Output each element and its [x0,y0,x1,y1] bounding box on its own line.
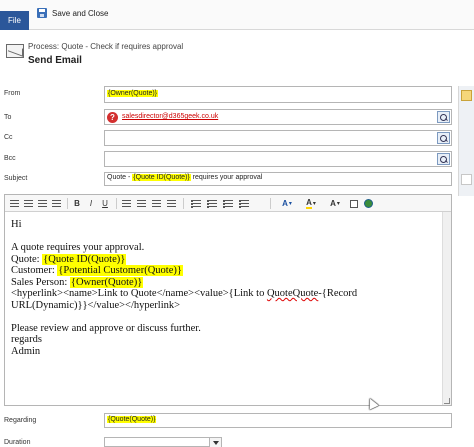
cc-label: Cc [4,134,13,141]
style-icon[interactable] [51,198,62,209]
decrease-indent-icon[interactable] [222,198,234,209]
underline-button[interactable]: U [100,198,110,209]
chevron-down-icon[interactable] [209,438,221,447]
expand-icon[interactable] [461,174,472,185]
image-icon[interactable] [363,198,373,209]
highlight-icon: A [306,198,312,209]
save-icon [37,8,47,18]
italic-button[interactable]: I [86,198,96,209]
bullet-list-icon[interactable] [206,198,218,209]
font-color-icon: A [282,199,288,208]
duration-select[interactable] [104,437,222,447]
subject-token: {Quote ID(Quote)} [132,174,191,181]
body-quote-token: {Quote ID(Quote)} [42,253,127,265]
size-icon[interactable] [37,198,48,209]
file-tab-button[interactable]: File [0,11,29,30]
body-hyperlink-part-1: <hyperlink><name>Link to Quote</name><va… [11,288,267,299]
save-and-close-button[interactable]: Save and Close [37,6,108,20]
to-lookup-icon[interactable] [437,111,450,123]
email-body-editor[interactable]: B I U A ▾ A ▾ A ▾ Hi A quote requires your … [4,194,452,406]
process-name: Process: Quote - Check if requires appro… [28,42,184,51]
editor-resize-handle[interactable] [444,398,450,404]
increase-indent-icon[interactable] [238,198,250,209]
regarding-value: {Quote(Quote)} [107,416,157,423]
bcc-label: Bcc [4,155,16,162]
unresolved-warning-icon: ? [107,112,118,123]
ribbon: File Save and Close [0,0,474,30]
body-hyperlink-part-2: -{Record [318,288,358,299]
body-salesperson-token: {Owner(Quote)} [69,276,144,288]
body-hyperlink-misspelled: QuoteQuote [266,288,319,299]
subject-label: Subject [4,175,28,182]
align-right-icon[interactable] [151,198,162,209]
formatting-toolbar: B I U A ▾ A ▾ A ▾ [5,195,451,212]
to-label: To [4,114,12,121]
numbered-list-icon[interactable] [190,198,202,209]
font-icon[interactable] [23,198,34,209]
note-icon[interactable] [461,90,472,101]
subject-suffix: requires your approval [190,174,263,181]
body-quote-label: Quote: [11,253,40,265]
body-review: Please review and approve or discuss fur… [11,322,201,334]
page-title: Send Email [28,55,82,66]
email-body-content[interactable]: Hi A quote requires your approval. Quote… [11,219,357,357]
body-intro: A quote requires your approval. [11,242,145,253]
bcc-lookup-icon[interactable] [437,153,450,165]
font-size-icon: A [330,199,336,208]
highlight-color-button[interactable]: A ▾ [302,198,320,209]
from-label: From [4,90,21,97]
from-value: {Owner(Quote)} [107,90,159,97]
from-field[interactable]: {Owner(Quote)} [104,86,452,103]
format-icon[interactable] [9,198,20,209]
save-and-close-label: Save and Close [52,8,109,18]
email-envelope-icon [6,44,24,58]
subject-prefix: Quote - [107,174,133,181]
font-size-button[interactable]: A ▾ [326,198,344,209]
duration-label: Duration [4,439,31,446]
body-customer-label: Customer: [11,265,55,276]
link-icon[interactable] [349,198,359,209]
bold-button[interactable]: B [72,198,82,209]
body-regards: regards [11,334,42,345]
align-center-icon[interactable] [136,198,147,209]
cc-field[interactable] [104,130,452,146]
editor-scrollbar[interactable] [442,212,451,405]
bcc-field[interactable] [104,151,452,167]
body-greeting: Hi [11,219,22,230]
body-signature: Admin [11,345,41,357]
body-customer-token: {Potential Customer(Quote)} [57,265,183,276]
align-justify-icon[interactable] [166,198,177,209]
align-left-icon[interactable] [121,198,132,209]
to-field[interactable]: ? salesdirector@d365geek.co.uk [104,109,452,125]
body-salesperson-label: Sales Person: [11,276,68,288]
subject-field[interactable]: Quote - {Quote ID(Quote)} requires your … [104,172,452,186]
to-recipient-link[interactable]: salesdirector@d365geek.co.uk [122,113,218,120]
cc-lookup-icon[interactable] [437,132,450,144]
regarding-label: Regarding [4,417,37,424]
body-hyperlink-line-2: URL(Dynamic)}}</value></hyperlink> [11,299,181,311]
font-color-button[interactable]: A ▾ [278,198,296,209]
regarding-field[interactable]: {Quote(Quote)} [104,413,452,428]
